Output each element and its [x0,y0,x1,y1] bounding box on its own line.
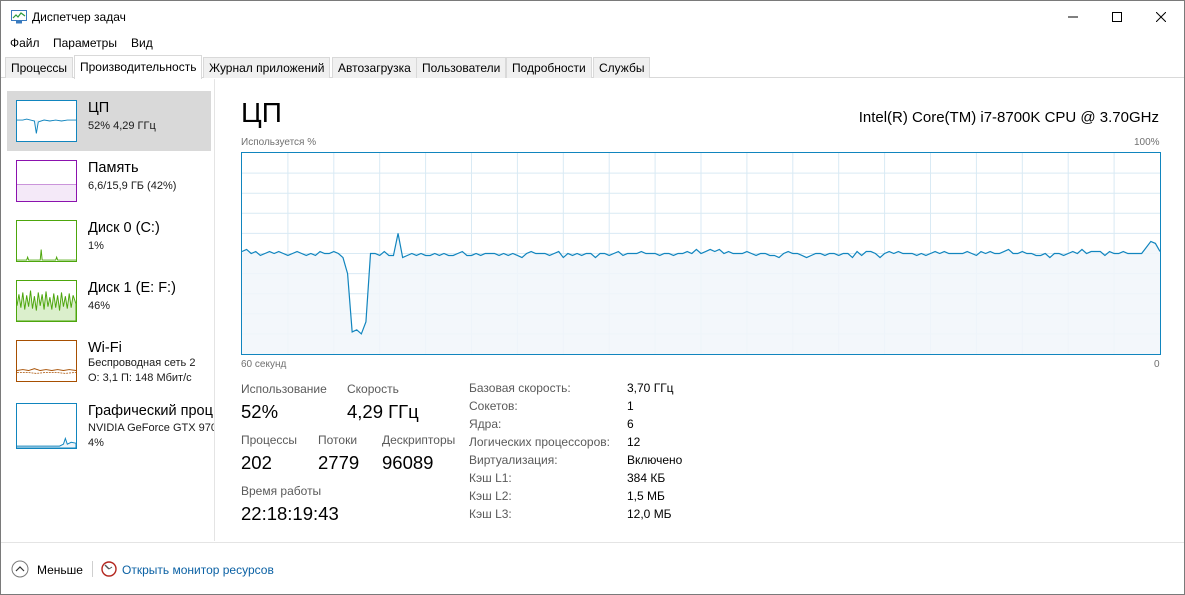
tab-app-history[interactable]: Журнал приложений [203,57,331,78]
chevron-up-icon[interactable] [11,560,29,578]
resource-monitor-icon [101,561,117,577]
gpu-mini-graph [16,403,77,449]
graph-axis-label-max: 100% [1134,137,1160,148]
spec-value-l1: 384 КБ [627,471,666,485]
sidebar-item-wifi[interactable]: Wi-Fi Беспроводная сеть 2 О: 3,1 П: 148 … [7,331,211,391]
close-button[interactable] [1138,1,1184,33]
sidebar-gpu-title: Графический проц [88,403,213,419]
sidebar-wifi-sub2: О: 3,1 П: 148 Мбит/с [88,372,192,384]
sidebar-wifi-sub1: Беспроводная сеть 2 [88,357,196,369]
spec-label-l3: Кэш L3: [469,507,512,521]
cpu-usage-graph [241,152,1161,355]
sidebar-item-disk0[interactable]: Диск 0 (C:) 1% [7,211,211,271]
handles-label: Дескрипторы [382,433,456,447]
uptime-value: 22:18:19:43 [241,503,339,524]
resource-sidebar: ЦП 52% 4,29 ГГц Память 6,6/15,9 ГБ (42%)… [1,79,215,541]
spec-label-l2: Кэш L2: [469,489,512,503]
graph-axis-label-zero: 0 [1154,359,1160,370]
spec-value-l2: 1,5 МБ [627,489,665,503]
spec-label-base-speed: Базовая скорость: [469,381,571,395]
spec-value-base-speed: 3,70 ГГц [627,381,674,395]
graph-axis-label-usage: Используется % [241,137,317,148]
speed-label: Скорость [347,382,399,396]
sidebar-disk1-sub: 46% [88,300,111,312]
window-title: Диспетчер задач [32,10,126,24]
close-icon [1156,12,1166,22]
tab-startup[interactable]: Автозагрузка [332,57,417,78]
sidebar-item-disk1[interactable]: Диск 1 (E: F:) 46% [7,271,211,331]
sidebar-disk1-title: Диск 1 (E: F:) [88,280,176,296]
speed-value: 4,29 ГГц [347,401,419,422]
graph-axis-label-time: 60 секунд [241,359,287,370]
menu-file[interactable]: Файл [10,36,40,50]
spec-value-cores: 6 [627,417,634,431]
sidebar-wifi-title: Wi-Fi [88,340,122,356]
spec-value-virtualization: Включено [627,453,683,467]
menu-options[interactable]: Параметры [53,36,117,50]
utilization-value: 52% [241,401,279,422]
sidebar-item-gpu[interactable]: Графический проц NVIDIA GeForce GTX 970 … [7,394,214,454]
sidebar-cpu-sub: 52% 4,29 ГГц [88,120,156,132]
disk1-mini-graph [16,280,77,322]
spec-label-l1: Кэш L1: [469,471,512,485]
spec-label-cores: Ядра: [469,417,502,431]
sidebar-gpu-sub1: NVIDIA GeForce GTX 970 [88,422,215,434]
utilization-label: Использование [241,382,327,396]
tab-performance[interactable]: Производительность [74,55,203,79]
spec-value-logical: 12 [627,435,641,449]
spec-label-virtualization: Виртуализация: [469,453,558,467]
sidebar-disk0-title: Диск 0 (C:) [88,220,160,236]
processes-label: Процессы [241,433,298,447]
menu-view[interactable]: Вид [131,36,153,50]
processes-value: 202 [241,452,272,473]
task-manager-app-icon [11,10,27,24]
task-manager-window: Диспетчер задач Файл Параметры Вид Проце… [0,0,1185,595]
sidebar-memory-sub: 6,6/15,9 ГБ (42%) [88,180,177,192]
memory-mini-graph [16,160,77,202]
cpu-model-name: Intel(R) Core(TM) i7-8700K CPU @ 3.70GHz [858,109,1159,126]
tab-processes[interactable]: Процессы [5,57,74,78]
footer-bar: Меньше Открыть монитор ресурсов [1,542,1184,594]
threads-label: Потоки [318,433,358,447]
tab-details[interactable]: Подробности [506,57,592,78]
maximize-icon [1112,12,1122,22]
disk0-mini-graph [16,220,77,262]
sidebar-memory-title: Память [88,160,139,176]
spec-value-l3: 12,0 МБ [627,507,672,521]
menu-bar: Файл Параметры Вид [1,33,1184,53]
sidebar-disk0-sub: 1% [88,240,104,252]
maximize-button[interactable] [1094,1,1140,33]
sidebar-item-memory[interactable]: Память 6,6/15,9 ГБ (42%) [7,151,211,211]
minimize-button[interactable] [1050,1,1096,33]
tab-services[interactable]: Службы [593,57,651,78]
minimize-icon [1068,16,1078,18]
handles-value: 96089 [382,452,434,473]
sidebar-item-cpu[interactable]: ЦП 52% 4,29 ГГц [7,91,211,151]
open-resource-monitor-link[interactable]: Открыть монитор ресурсов [122,563,274,577]
spec-value-sockets: 1 [627,399,634,413]
fewer-details-button[interactable]: Меньше [37,563,83,577]
title-bar[interactable]: Диспетчер задач [1,1,1184,33]
footer-separator [92,561,93,577]
spec-label-logical: Логических процессоров: [469,435,610,449]
tab-users[interactable]: Пользователи [416,57,507,78]
page-title: ЦП [241,97,282,128]
wifi-mini-graph [16,340,77,382]
sidebar-cpu-title: ЦП [88,100,110,116]
spec-label-sockets: Сокетов: [469,399,518,413]
threads-value: 2779 [318,452,360,473]
uptime-label: Время работы [241,484,322,498]
tab-bar: Процессы Производительность Журнал прило… [1,55,1184,79]
sidebar-gpu-sub2: 4% [88,437,104,449]
cpu-mini-graph [16,100,77,142]
